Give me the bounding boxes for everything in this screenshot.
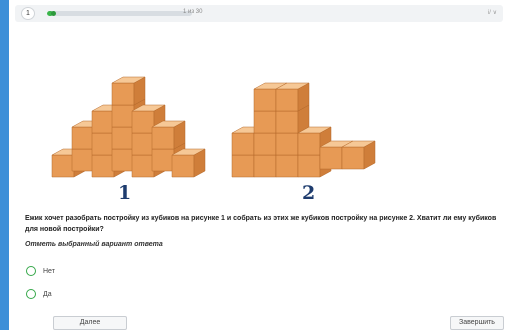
- option-no[interactable]: Нет: [26, 265, 55, 277]
- cube-structure-1: [51, 76, 206, 178]
- cube: [51, 154, 75, 178]
- cube: [131, 154, 155, 178]
- cube: [91, 132, 115, 156]
- question-counter: 1 из 30: [183, 9, 203, 15]
- progress-bar: [47, 11, 192, 16]
- figure-label-1: 1: [118, 182, 132, 204]
- cube: [253, 132, 277, 156]
- cube: [275, 88, 299, 112]
- quiz-card: 1 1 из 30 i/ ∨ 1 2 Ежик хочет разобрать …: [9, 0, 507, 330]
- cube: [253, 154, 277, 178]
- option-yes[interactable]: Да: [26, 288, 52, 300]
- cube: [253, 110, 277, 134]
- cube: [151, 148, 175, 172]
- cube: [275, 132, 299, 156]
- cube: [111, 82, 135, 106]
- cube: [151, 126, 175, 150]
- figure-label-2: 2: [302, 182, 316, 204]
- question-number-badge[interactable]: 1: [21, 7, 35, 20]
- finish-button[interactable]: Завершить: [450, 316, 504, 330]
- cube: [111, 104, 135, 128]
- cube: [275, 110, 299, 134]
- radio-no[interactable]: [26, 266, 36, 276]
- cube: [131, 110, 155, 134]
- cube: [111, 148, 135, 172]
- cube: [91, 110, 115, 134]
- question-text: Ежик хочет разобрать постройку из кубико…: [25, 215, 497, 233]
- radio-yes[interactable]: [26, 289, 36, 299]
- progress-indicator-dot: [51, 11, 56, 16]
- cube: [231, 154, 255, 178]
- cube: [341, 146, 365, 170]
- cube: [91, 154, 115, 178]
- cube: [253, 88, 277, 112]
- cube: [171, 154, 195, 178]
- answer-hint: Отметь выбранный вариант ответа: [25, 241, 163, 248]
- progress-header: 1 1 из 30 i/ ∨: [15, 5, 503, 22]
- header-menu-icon[interactable]: i/ ∨: [488, 9, 497, 16]
- cube: [275, 154, 299, 178]
- cube: [71, 126, 95, 150]
- cube: [297, 132, 321, 156]
- cube: [111, 126, 135, 150]
- cube-figure: 1 2: [9, 30, 507, 210]
- cube: [131, 132, 155, 156]
- option-yes-label: Да: [43, 290, 52, 298]
- cube: [319, 146, 343, 170]
- cube-structure-2: [231, 82, 376, 178]
- cube: [231, 132, 255, 156]
- cube: [71, 148, 95, 172]
- option-no-label: Нет: [43, 267, 55, 275]
- next-button[interactable]: Далее: [53, 316, 127, 330]
- left-accent-bar: [0, 0, 9, 330]
- cube: [297, 154, 321, 178]
